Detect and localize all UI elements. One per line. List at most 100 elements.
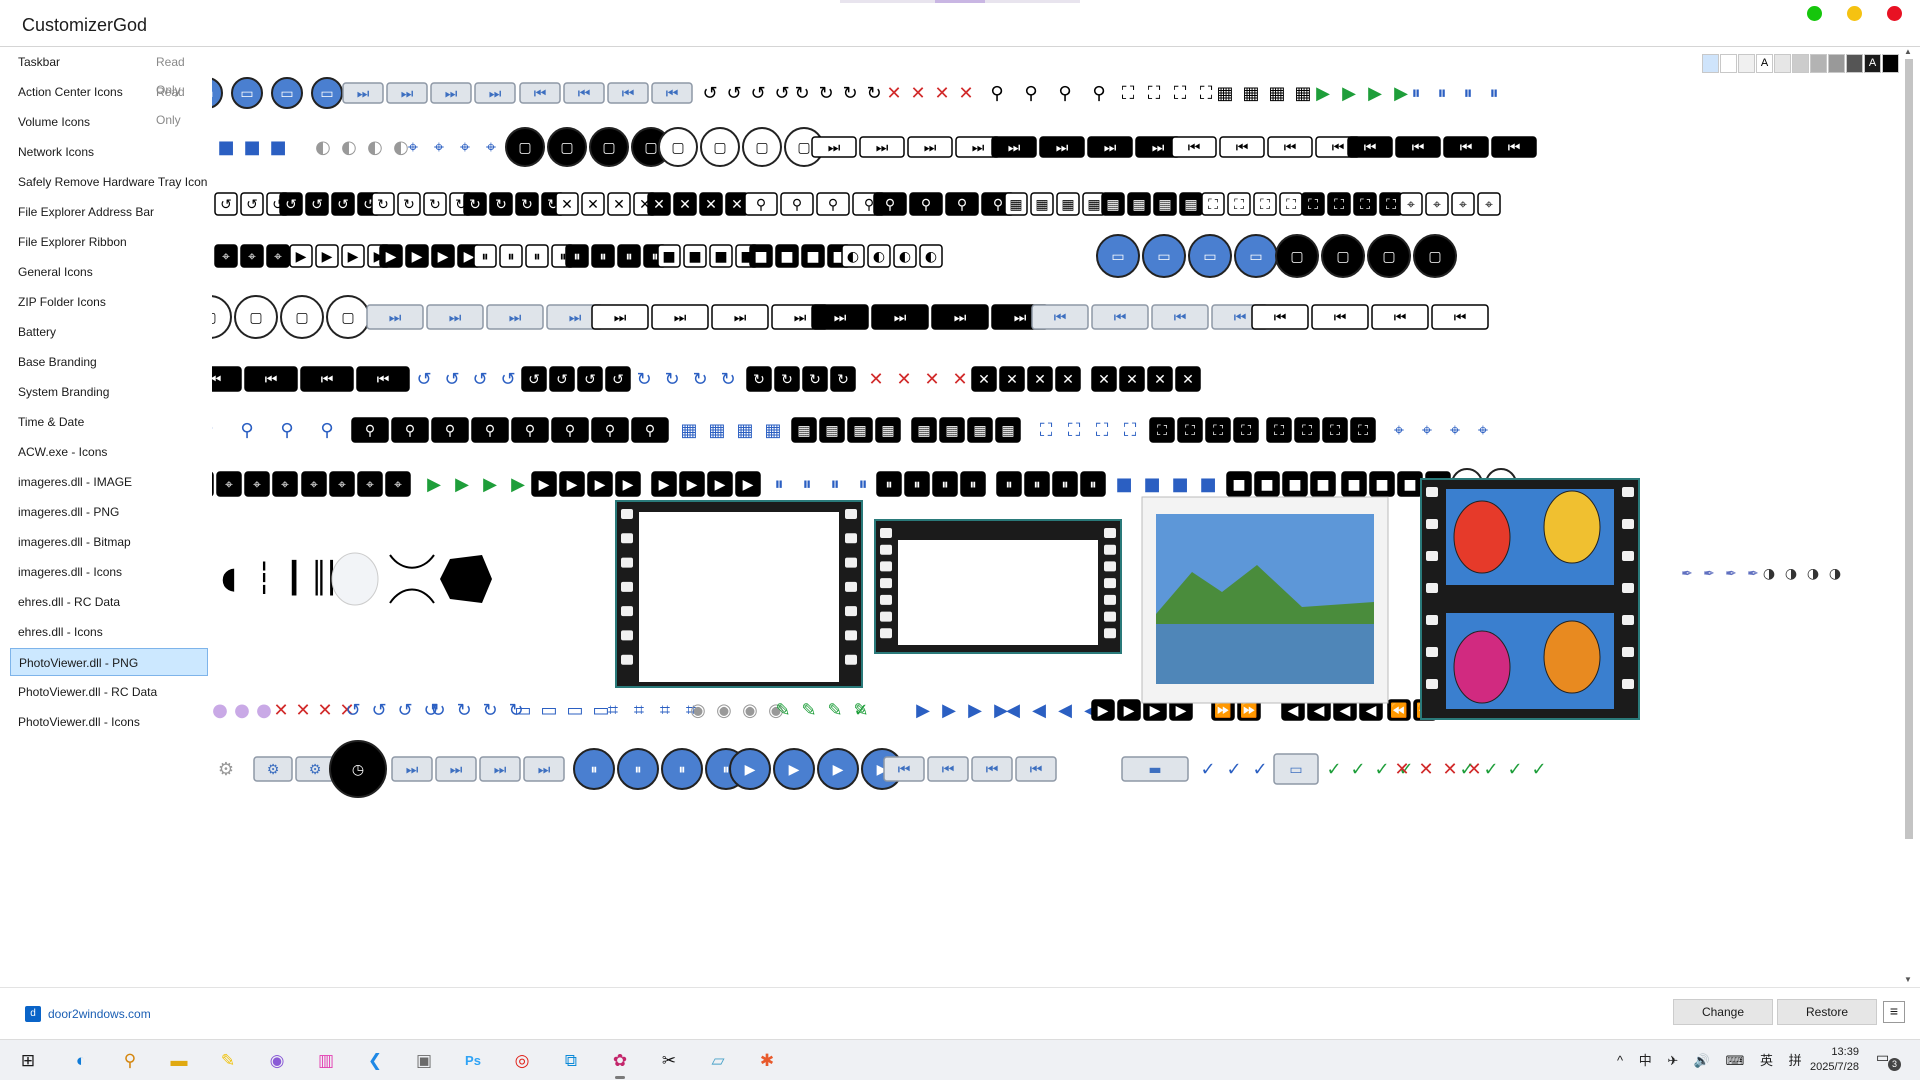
actual-size-icon[interactable] (212, 471, 214, 497)
fit-window-icon[interactable]: ⛶ (1174, 83, 1187, 104)
sidebar-item[interactable]: PhotoViewer.dll - PNG (10, 648, 208, 676)
next-button-icon[interactable]: ⏭ (876, 140, 889, 156)
next-icon[interactable]: ▶ (1124, 703, 1135, 719)
rotate-left-icon[interactable]: ↺ (702, 83, 717, 104)
stop-icon[interactable]: ■ (780, 249, 793, 265)
background-swatch[interactable] (1774, 54, 1791, 73)
crop-icon[interactable]: ⌗ (634, 700, 644, 721)
next-button-icon[interactable]: ⏭ (445, 86, 458, 102)
zoom-icon[interactable]: ⚲ (445, 423, 455, 439)
stop-icon[interactable]: ■ (1288, 477, 1301, 493)
next-button-icon[interactable]: ⏭ (1056, 140, 1069, 156)
color-dot-icon[interactable]: ● (212, 700, 228, 721)
gallery-icon[interactable]: ▦ (708, 420, 725, 441)
zoom-icon[interactable]: ⚲ (1092, 83, 1105, 104)
film-hole[interactable] (1104, 628, 1116, 639)
actual-size-icon[interactable]: ⌖ (1433, 197, 1441, 213)
gallery-icon[interactable]: ▦ (764, 420, 781, 441)
frame-icon[interactable]: ▢ (644, 140, 657, 156)
pause-icon[interactable]: ⏸ (591, 762, 598, 778)
actual-size-icon[interactable]: ⌖ (1394, 420, 1404, 441)
contrast-icon[interactable]: ◐ (367, 137, 383, 158)
edit-icon[interactable]: ✎ (775, 700, 790, 721)
pause-icon[interactable]: ⏸ (723, 762, 730, 778)
zoom-icon[interactable]: ⚲ (240, 420, 253, 441)
stop-icon[interactable]: ■ (1232, 477, 1245, 493)
contrast-icon[interactable]: ◑ (1785, 566, 1797, 582)
crop-icon[interactable]: ⌗ (660, 700, 670, 721)
fit-window-icon[interactable]: ⛶ (1124, 420, 1137, 441)
pause-icon[interactable]: ⏸ (831, 474, 840, 495)
rotate-left-icon[interactable]: ↺ (444, 369, 459, 390)
fit-window-icon[interactable]: ⛶ (1213, 423, 1223, 439)
fit-window-icon[interactable]: ⛶ (1260, 197, 1270, 213)
wand-icon[interactable]: ✒ (1681, 566, 1693, 582)
film-hole[interactable] (1104, 611, 1116, 622)
actual-size-icon[interactable]: ⌖ (338, 477, 346, 493)
next-button-icon[interactable]: ⏭ (489, 86, 502, 102)
sidebar-item[interactable]: imageres.dll - Bitmap (10, 528, 208, 556)
change-button[interactable]: Change (1673, 999, 1773, 1025)
window-thumb-icon[interactable]: ▭ (514, 700, 531, 721)
delete-icon[interactable]: ✕ (679, 197, 691, 213)
sidebar-item[interactable]: Network Icons (10, 138, 208, 166)
delete-icon[interactable]: ✕ (317, 700, 332, 721)
contrast-icon[interactable]: ◐ (341, 137, 357, 158)
zoom-icon[interactable]: ⚲ (993, 197, 1003, 213)
film-hole[interactable] (1426, 551, 1438, 561)
next-button-icon[interactable]: ⏭ (894, 310, 907, 326)
sidebar-item[interactable]: Volume Icons (10, 108, 208, 136)
minimize-button[interactable] (1847, 6, 1862, 21)
scroll-up-icon[interactable]: ▲ (1904, 47, 1912, 56)
rotate-left-icon[interactable]: ↺ (774, 83, 789, 104)
film-hole[interactable] (621, 630, 633, 641)
rotate-right-icon[interactable]: ↻ (794, 83, 809, 104)
rotate-left-icon[interactable]: ↺ (416, 369, 431, 390)
next-icon[interactable]: ▶ (942, 700, 956, 721)
edit-icon[interactable]: ✎ (801, 700, 816, 721)
settings-icon[interactable]: ⚙ (218, 759, 234, 780)
pause-icon[interactable]: ⏸ (1090, 477, 1097, 493)
fit-window-icon[interactable]: ⛶ (1096, 420, 1109, 441)
sidebar-item[interactable]: Action Center Icons Read Only (10, 78, 208, 127)
fit-window-icon[interactable]: ⛶ (1200, 83, 1213, 104)
film-hole[interactable] (621, 533, 633, 544)
pause-icon[interactable]: ⏸ (1062, 477, 1069, 493)
actual-size-icon[interactable]: ⌖ (408, 137, 418, 158)
pause-icon[interactable]: ⏸ (970, 477, 977, 493)
sidebar-item[interactable]: File Explorer Ribbon (10, 228, 208, 256)
fast-forward-icon[interactable]: ⏩ (1214, 702, 1231, 719)
sidebar-item[interactable]: System Branding (10, 378, 208, 406)
actual-size-icon[interactable]: ⌖ (253, 477, 261, 493)
contrast-icon[interactable]: ◐ (393, 137, 409, 158)
actual-size-icon[interactable]: ⌖ (274, 249, 282, 265)
film-hole[interactable] (621, 654, 633, 665)
frame-icon[interactable]: ▢ (1336, 249, 1349, 265)
actual-size-icon[interactable]: ⌖ (1407, 197, 1415, 213)
netease-icon[interactable]: ◎ (507, 1046, 537, 1076)
sidebar-item[interactable]: imageres.dll - Icons (10, 558, 208, 586)
previous-icon[interactable]: ◀ (1058, 700, 1072, 721)
rotate-right-icon[interactable]: ↻ (720, 369, 735, 390)
window-thumb-icon[interactable]: ▭ (1203, 249, 1216, 265)
clock-icon[interactable]: ◷ (352, 762, 364, 778)
balloon[interactable] (1543, 490, 1601, 564)
delete-icon[interactable]: ✕ (1062, 372, 1074, 388)
frame-icon[interactable]: ▢ (1428, 249, 1441, 265)
previous-button-icon[interactable]: ⏮ (578, 86, 591, 102)
pause-icon[interactable]: ⏸ (482, 249, 489, 265)
gallery-icon[interactable]: ▦ (1132, 197, 1145, 213)
pause-icon[interactable]: ⏸ (1464, 83, 1473, 104)
slideshow-icon[interactable]: ▶ (539, 477, 550, 493)
next-button-icon[interactable]: ⏭ (1104, 140, 1117, 156)
eye-icon[interactable]: ◉ (716, 700, 732, 721)
gallery-icon[interactable]: ▦ (1001, 423, 1014, 439)
zoom-icon[interactable]: ⚲ (212, 420, 214, 441)
pause-icon[interactable]: ⏸ (859, 474, 868, 495)
previous-icon[interactable]: ◀ (1366, 703, 1377, 719)
delete-icon[interactable]: ✕ (587, 197, 599, 213)
slideshow-icon[interactable]: ▶ (1342, 83, 1356, 104)
rotate-left-icon[interactable]: ↺ (472, 369, 487, 390)
zoom-icon[interactable]: ⚲ (320, 420, 333, 441)
actual-size-icon[interactable]: ⌖ (366, 477, 374, 493)
